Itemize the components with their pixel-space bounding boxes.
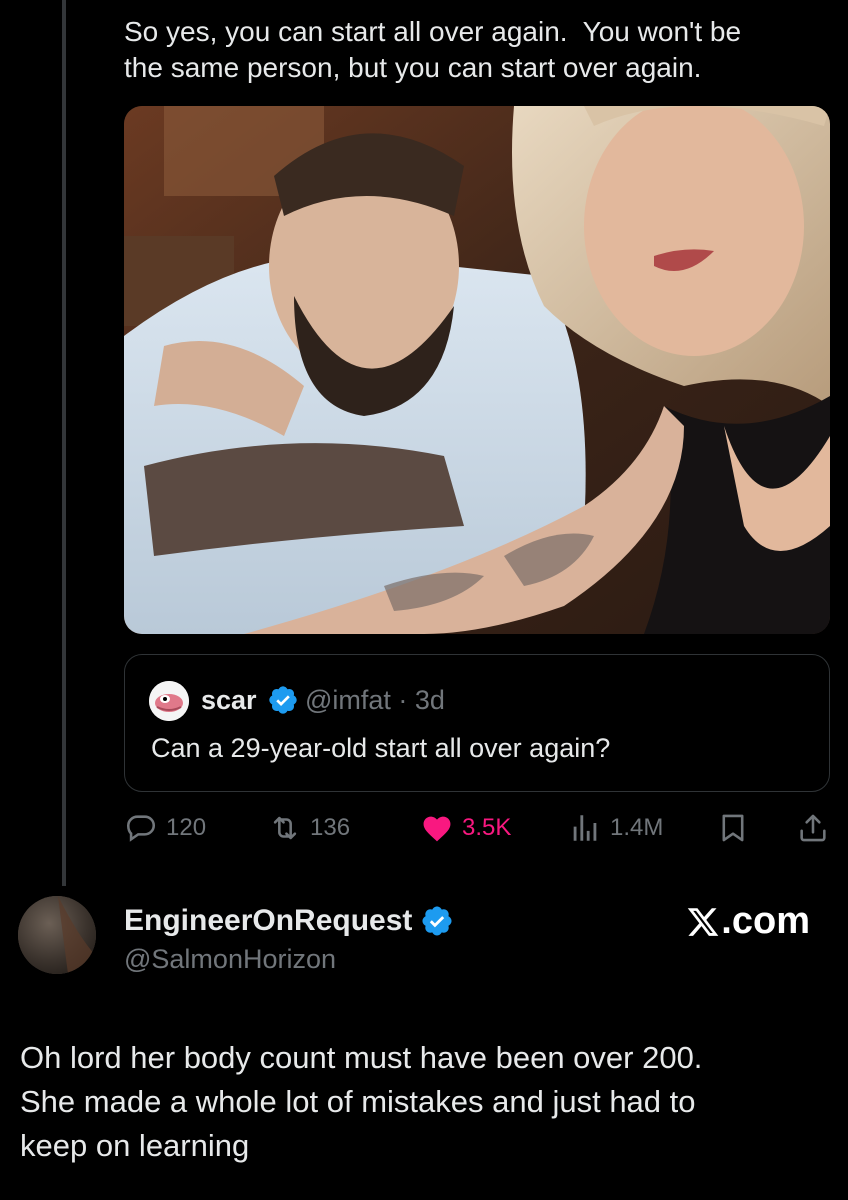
quoted-user-avatar[interactable] bbox=[149, 681, 189, 721]
like-count: 3.5K bbox=[462, 814, 512, 841]
verified-badge-icon bbox=[269, 686, 297, 714]
quoted-tweet-card[interactable]: scar @imfat · 3d Can a 29-year-old start… bbox=[124, 654, 830, 792]
quoted-user-handle-time[interactable]: @imfat · 3d bbox=[305, 685, 445, 716]
x-logo-icon bbox=[688, 907, 719, 936]
repost-icon bbox=[273, 816, 297, 840]
repost-button[interactable]: 136 bbox=[268, 808, 350, 848]
share-icon bbox=[800, 814, 826, 842]
reply-tweet[interactable]: EngineerOnRequest @SalmonHorizon .com Oh… bbox=[0, 886, 848, 1200]
selfie-photo-illustration bbox=[124, 106, 830, 634]
repost-count: 136 bbox=[310, 814, 351, 841]
tweet-photo[interactable] bbox=[124, 106, 830, 634]
tweet-text: So yes, you can start all over again. Yo… bbox=[124, 16, 742, 83]
reply-button[interactable]: 120 bbox=[124, 808, 206, 848]
quoted-tweet-text: Can a 29-year-old start all over again? bbox=[151, 733, 611, 763]
quoted-user-name[interactable]: scar bbox=[201, 685, 257, 716]
bookmark-icon bbox=[722, 814, 744, 842]
reply-user-avatar[interactable] bbox=[18, 896, 96, 974]
reply-text: Oh lord her body count must have been ov… bbox=[20, 1040, 703, 1163]
like-button[interactable]: 3.5K bbox=[420, 808, 511, 848]
share-button[interactable] bbox=[796, 808, 830, 848]
views-button[interactable]: 1.4M bbox=[568, 808, 663, 848]
reply-count: 120 bbox=[166, 814, 207, 841]
reply-icon bbox=[126, 815, 156, 842]
reply-user-name[interactable]: EngineerOnRequest bbox=[124, 904, 412, 938]
tweet-action-bar: 120 136 3.5K 1.4M bbox=[124, 808, 836, 848]
x-brand-watermark: .com bbox=[686, 900, 810, 943]
views-count: 1.4M bbox=[610, 814, 664, 841]
brand-domain: .com bbox=[721, 900, 810, 942]
heart-filled-icon bbox=[423, 816, 451, 842]
views-chart-icon bbox=[573, 815, 597, 841]
thread-connector-line bbox=[62, 0, 66, 886]
verified-badge-icon bbox=[422, 906, 452, 936]
bookmark-button[interactable] bbox=[716, 808, 750, 848]
reply-user-handle[interactable]: @SalmonHorizon bbox=[124, 944, 336, 975]
